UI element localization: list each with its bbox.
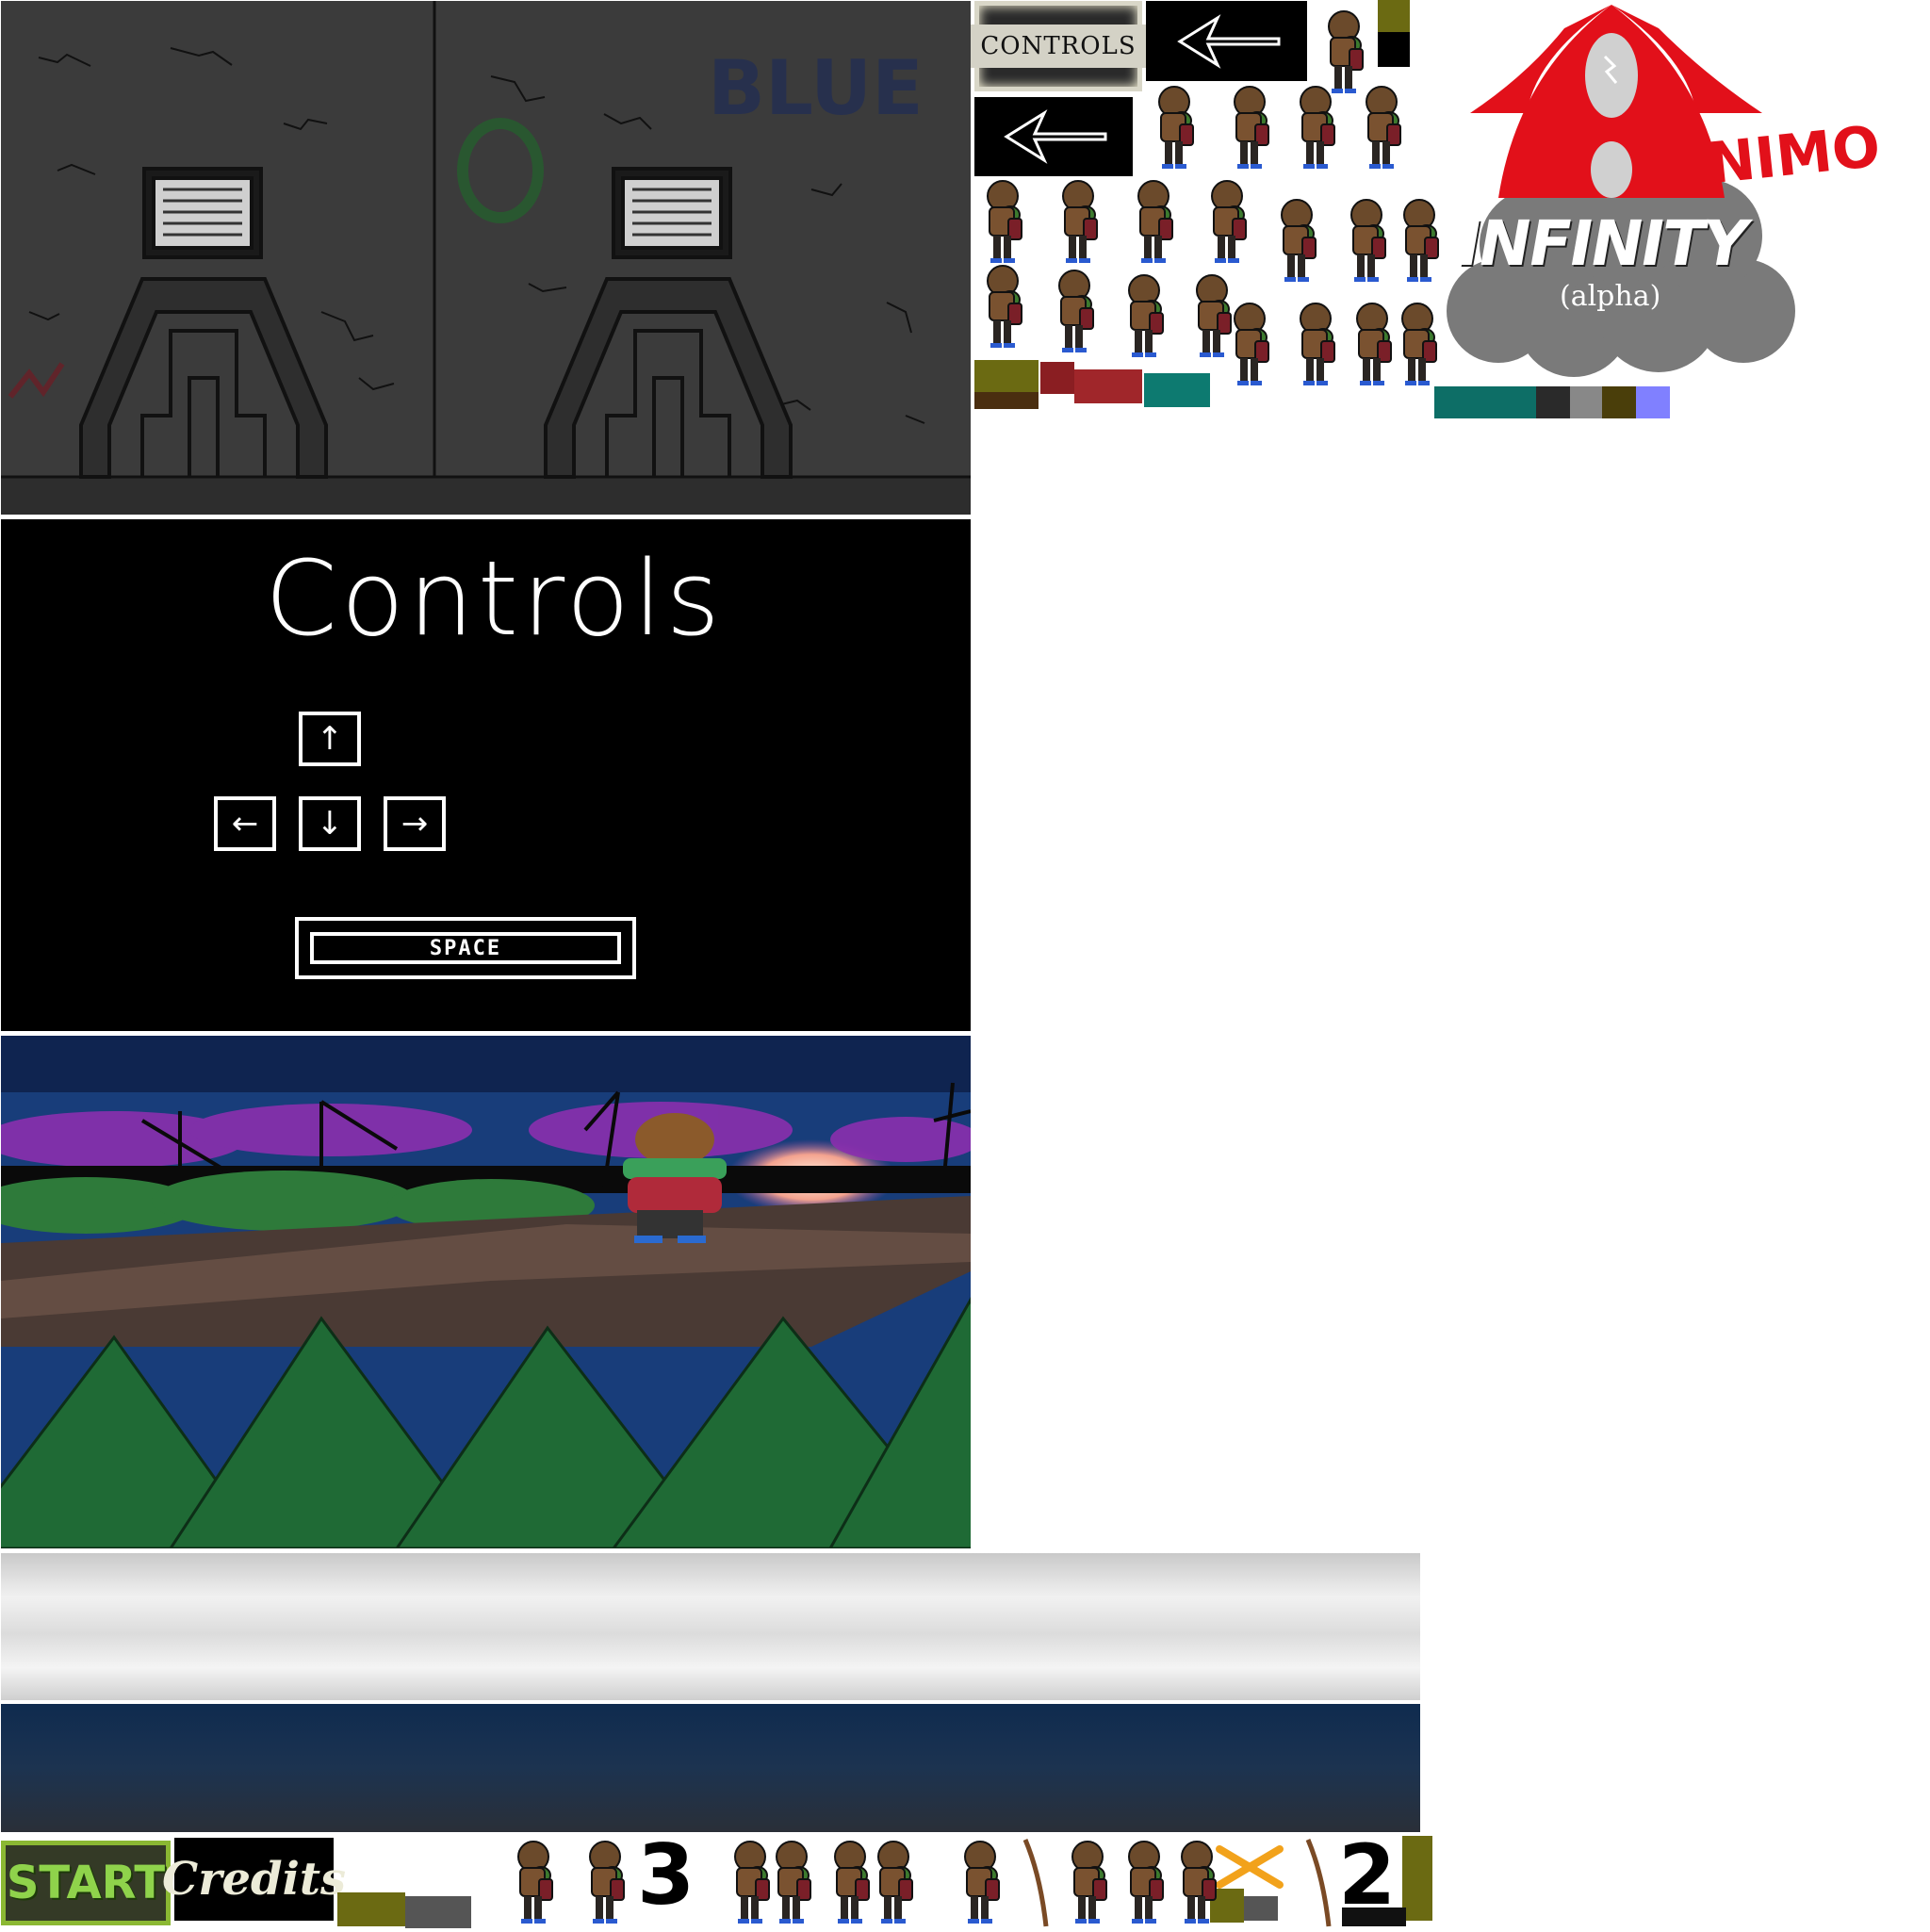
hero-sprite-frame — [1128, 274, 1164, 357]
hero-sprite-frame — [776, 1841, 811, 1924]
hero-sprite-frame — [1281, 199, 1317, 282]
fog-background-strip — [1, 1553, 1420, 1700]
hero-sprite-frame — [1366, 86, 1401, 169]
controls-title: Controls — [265, 538, 724, 659]
controls-button[interactable]: CONTROLS — [971, 1, 1146, 91]
hero-sprite-frame — [1350, 199, 1386, 282]
hero-sprite-frame — [964, 1841, 1000, 1924]
olive-dark-tile — [1602, 386, 1636, 418]
black-tile — [1378, 32, 1410, 67]
back-arrow-button-alt[interactable] — [974, 97, 1133, 176]
start-button-label: START — [6, 1857, 166, 1909]
water-tile — [1434, 386, 1536, 418]
credits-button-label: Credits — [161, 1853, 347, 1906]
hero-sprite-frame — [1401, 303, 1437, 385]
number-sprite-two: 2 — [1338, 1826, 1397, 1924]
start-button[interactable]: START — [1, 1841, 171, 1925]
left-arrow-key: ← — [214, 796, 276, 851]
hero-sprite-frame — [1234, 303, 1269, 385]
hero-sprite-frame — [1300, 86, 1335, 169]
lab-wall-panel: BLUE — [1, 1, 971, 515]
number-sprite-three: 3 — [637, 1826, 695, 1924]
grass-tile — [371, 1892, 405, 1926]
controls-button-label: CONTROLS — [971, 25, 1146, 68]
night-sky-strip — [1, 1704, 1420, 1832]
water-tile — [1144, 373, 1210, 407]
hero-sprite-frame — [1403, 199, 1439, 282]
grass-tile — [974, 360, 1006, 392]
hero-sprite-frame — [1058, 270, 1094, 352]
up-arrow-key: ↑ — [299, 712, 361, 766]
credits-button[interactable]: Credits — [162, 1838, 346, 1921]
hero-sprite-frame — [1300, 303, 1335, 385]
logo-word-infinity: INFINITY — [1451, 207, 1753, 280]
olive-tile — [1378, 0, 1410, 32]
back-arrow-icon — [1176, 13, 1280, 69]
controls-screen: Controls ↑ ← ↓ → SPACE — [1, 519, 971, 1031]
logo-subtitle: (alpha) — [1560, 280, 1661, 313]
lavender-tile — [1636, 386, 1670, 418]
hero-sprite-frame — [1234, 86, 1269, 169]
hero-sprite-frame — [877, 1841, 913, 1924]
hero-sprite-frame — [1071, 1841, 1107, 1924]
stone-tile — [1244, 1896, 1278, 1921]
hero-sprite-frame — [1128, 1841, 1164, 1924]
game-logo — [1423, 0, 1894, 377]
hero-sprite-frame — [1137, 180, 1173, 263]
down-arrow-key: ↓ — [299, 796, 361, 851]
hero-sprite-frame — [1062, 180, 1098, 263]
brick-tile — [1074, 369, 1142, 403]
back-arrow-button[interactable] — [1146, 1, 1307, 81]
hero-sprite-frame — [987, 180, 1022, 263]
svg-text:BLUE: BLUE — [708, 44, 924, 132]
grass-tile — [1402, 1836, 1432, 1921]
hero-sprite-frame — [517, 1841, 553, 1924]
dirt-tile — [974, 392, 1039, 409]
intro-scene-painting — [1, 1036, 971, 1548]
right-arrow-key: → — [384, 796, 446, 851]
hero-sprite-frame — [987, 265, 1022, 348]
stick-sprite — [1022, 1838, 1050, 1928]
space-key-label: SPACE — [310, 932, 621, 964]
hero-sprite-frame — [1211, 180, 1247, 263]
dark-tile — [1536, 386, 1570, 418]
stone-tile — [1570, 386, 1602, 418]
brick-tile — [1040, 362, 1074, 394]
hero-sprite-frame — [1181, 1841, 1217, 1924]
grass-tile — [337, 1892, 371, 1926]
stick-sprite — [1304, 1838, 1333, 1928]
space-key: SPACE — [295, 917, 636, 979]
hero-sprite-frame — [589, 1841, 625, 1924]
hero-sprite-frame — [1158, 86, 1194, 169]
hero-sprite-frame — [1328, 10, 1364, 93]
grass-tile — [1006, 360, 1039, 392]
back-arrow-icon — [1004, 109, 1107, 164]
weed-tile — [405, 1896, 471, 1928]
dark-tile — [1342, 1907, 1406, 1926]
